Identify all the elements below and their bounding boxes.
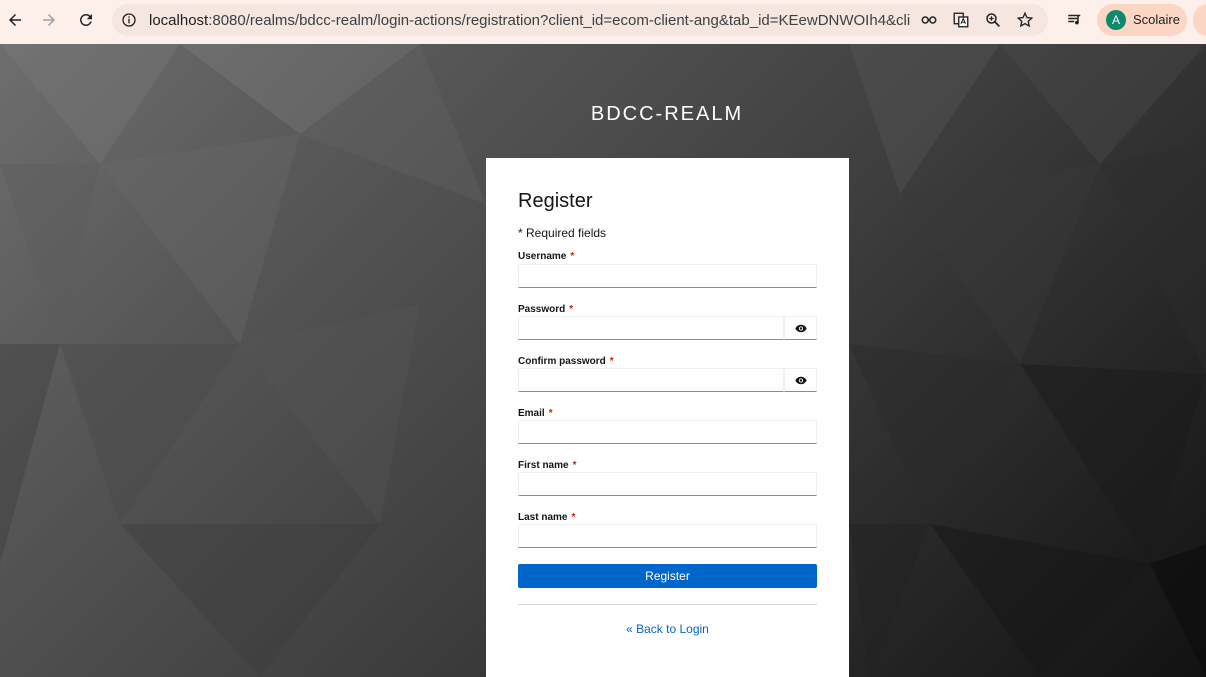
last-name-label: Last name * <box>518 512 575 523</box>
back-button[interactable] <box>0 5 30 35</box>
eye-icon <box>794 324 807 332</box>
username-field[interactable] <box>518 264 817 288</box>
required-asterisk: * <box>609 356 614 367</box>
password-label-text: Password <box>518 304 566 315</box>
page-background: BDCC-REALM Register * Required fields Us… <box>0 44 1206 677</box>
email-label-text: Email <box>518 408 545 419</box>
show-password-button[interactable] <box>784 316 817 340</box>
required-asterisk: * <box>570 251 575 262</box>
forward-arrow-icon <box>43 14 55 26</box>
media-queue-icon <box>1068 14 1081 25</box>
required-asterisk: * <box>548 408 553 419</box>
realm-title: BDCC-REALM <box>590 103 744 125</box>
email-label: Email * <box>518 408 553 419</box>
first-name-field[interactable] <box>518 472 817 496</box>
register-button[interactable]: Register <box>518 564 817 588</box>
eye-icon <box>794 376 807 384</box>
address-bar[interactable]: localhost:8080/realms/bdcc-realm/login-a… <box>112 4 1048 36</box>
avatar: A <box>1106 10 1126 30</box>
email-field[interactable] <box>518 420 817 444</box>
confirm-password-label-text: Confirm password <box>518 356 606 367</box>
registration-card: Register * Required fields Username * Pas… <box>486 158 849 677</box>
profile-name: Scolaire <box>1133 12 1180 27</box>
media-queue-button[interactable] <box>1060 5 1090 35</box>
back-to-login-link[interactable]: « Back to Login <box>486 622 849 636</box>
bookmark-star-icon[interactable] <box>1016 11 1034 29</box>
required-asterisk: * <box>569 304 574 315</box>
browser-toolbar: localhost:8080/realms/bdcc-realm/login-a… <box>0 0 1206 44</box>
profile-button[interactable]: A Scolaire <box>1097 4 1187 36</box>
forward-button[interactable] <box>34 5 64 35</box>
site-info-icon[interactable] <box>121 12 137 28</box>
username-label-text: Username <box>518 251 567 262</box>
translate-icon[interactable] <box>952 11 970 29</box>
url-text[interactable]: localhost:8080/realms/bdcc-realm/login-a… <box>149 12 911 29</box>
reload-button[interactable] <box>71 5 101 35</box>
required-asterisk: * <box>571 512 576 523</box>
show-confirm-password-button[interactable] <box>784 368 817 392</box>
divider <box>518 604 817 605</box>
required-fields-note: * Required fields <box>518 226 607 240</box>
reload-icon <box>80 13 92 26</box>
url-path: :8080/realms/bdcc-realm/login-actions/re… <box>208 12 911 29</box>
password-label: Password * <box>518 304 573 315</box>
password-key-icon[interactable] <box>920 11 938 29</box>
confirm-password-field[interactable] <box>518 368 784 392</box>
confirm-password-label: Confirm password * <box>518 356 614 367</box>
zoom-icon[interactable] <box>984 11 1002 29</box>
last-name-field[interactable] <box>518 524 817 548</box>
last-name-label-text: Last name <box>518 512 568 523</box>
username-label: Username * <box>518 251 574 262</box>
url-host: localhost <box>149 12 209 29</box>
required-asterisk: * <box>572 460 577 471</box>
first-name-label-text: First name <box>518 460 569 471</box>
first-name-label: First name * <box>518 460 576 471</box>
page-title: Register <box>518 190 593 212</box>
extension-chip[interactable] <box>1193 4 1206 36</box>
back-arrow-icon <box>9 14 21 26</box>
password-field[interactable] <box>518 316 784 340</box>
